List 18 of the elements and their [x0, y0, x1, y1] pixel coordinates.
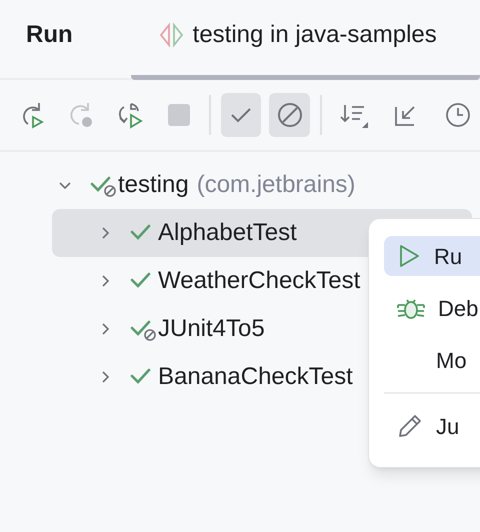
clock-icon — [444, 101, 472, 129]
tree-row[interactable]: testing (com.jetbrains) — [26, 161, 472, 209]
menu-item[interactable]: Ju — [384, 406, 480, 446]
show-passed-toggle[interactable] — [220, 93, 262, 137]
menu-item[interactable]: Mo — [384, 340, 480, 380]
pencil-icon — [396, 412, 424, 440]
menu-item[interactable]: Ru — [384, 236, 480, 276]
run-tab[interactable]: testing in java-samples — [130, 17, 480, 80]
test-name: testing — [118, 170, 189, 200]
menu-item[interactable]: Deb — [384, 288, 480, 328]
panel-title: Run — [26, 20, 73, 50]
test-name: JUnit4To5 — [158, 314, 265, 344]
show-ignored-toggle[interactable] — [269, 93, 310, 137]
test-name: AlphabetTest — [158, 218, 297, 248]
package-name: (com.jetbrains) — [196, 170, 356, 200]
ignored-icon — [276, 101, 304, 129]
test-name: BananaCheckTest — [158, 362, 353, 392]
test-name: WeatherCheckTest — [158, 266, 360, 296]
